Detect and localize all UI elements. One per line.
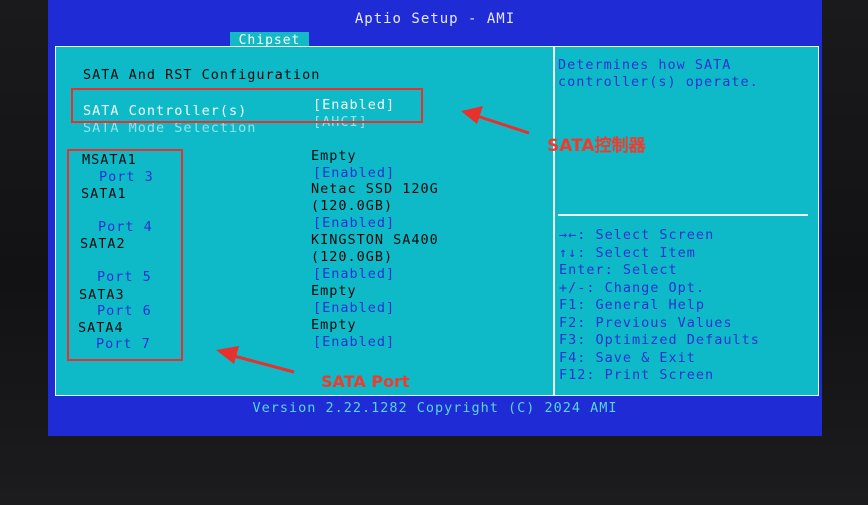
window-title: Aptio Setup - AMI (354, 11, 516, 27)
device-status-sata2: KINGSTON SA400 (311, 232, 439, 248)
port-value-6[interactable]: [Enabled] (313, 300, 395, 316)
column-divider (553, 47, 555, 395)
key-hint-action: Select (622, 262, 678, 278)
key-hint-key: F12: (559, 367, 596, 383)
port-value-4[interactable]: [Enabled] (313, 215, 395, 231)
device-capacity-sata2: (120.0GB) (311, 249, 394, 265)
controller-highlight-box (71, 88, 423, 123)
key-hint-select-item: ↑↓: Select Item (559, 245, 696, 261)
key-hint-change-opt: +/-: Change Opt. (559, 280, 705, 296)
key-hint-key: F4: (559, 350, 587, 366)
key-hint-print-screen: F12: Print Screen (559, 367, 714, 383)
device-status-sata4: Empty (311, 317, 357, 333)
key-hint-action: Print Screen (604, 367, 715, 383)
device-status-sata3: Empty (311, 283, 357, 299)
port-value-7[interactable]: [Enabled] (313, 334, 395, 350)
key-hint-optimized-defaults: F3: Optimized Defaults (559, 332, 760, 348)
help-divider (558, 214, 808, 216)
key-hint-key: →←: (559, 227, 587, 243)
key-hint-key: F1: (559, 297, 587, 313)
port-value-5[interactable]: [Enabled] (313, 266, 395, 282)
key-hint-action: Optimized Defaults (595, 332, 760, 348)
port-arrow-icon (216, 346, 295, 374)
key-hint-action: Select Item (595, 245, 696, 261)
help-text-line2: controller(s) operate. (558, 74, 759, 90)
controller-arrow-icon (461, 106, 530, 135)
key-hint-previous-values: F2: Previous Values (559, 315, 732, 331)
section-heading: SATA And RST Configuration (83, 67, 321, 83)
key-hint-action: Previous Values (595, 315, 733, 331)
device-capacity-sata1: (120.0GB) (311, 198, 394, 214)
key-hint-action: Change Opt. (604, 280, 706, 296)
ports-highlight-box (67, 149, 183, 361)
key-hint-enter: Enter: Select (559, 262, 678, 278)
version-footer: Version 2.22.1282 Copyright (C) 2024 AMI (252, 400, 618, 416)
key-hint-action: General Help (595, 297, 706, 313)
controller-annotation: SATA控制器 (547, 136, 646, 156)
key-hint-action: Save & Exit (595, 350, 696, 366)
key-hint-action: Select Screen (595, 227, 715, 243)
key-hint-general-help: F1: General Help (559, 297, 705, 313)
key-hint-select-screen: →←: Select Screen (559, 227, 714, 243)
key-hint-key: F2: (559, 315, 587, 331)
key-hint-key: ↑↓: (559, 245, 587, 261)
device-status-msata1: Empty (311, 148, 357, 164)
key-hint-key: +/-: (559, 280, 596, 296)
key-hint-key: F3: (559, 332, 587, 348)
help-text-line1: Determines how SATA (558, 57, 732, 73)
port-annotation: SATA Port (321, 372, 410, 391)
device-status-sata1: Netac SSD 120G (311, 181, 439, 197)
port-value-3[interactable]: [Enabled] (313, 165, 395, 181)
key-hint-save-exit: F4: Save & Exit (559, 350, 696, 366)
key-hint-key: Enter: (559, 262, 614, 278)
